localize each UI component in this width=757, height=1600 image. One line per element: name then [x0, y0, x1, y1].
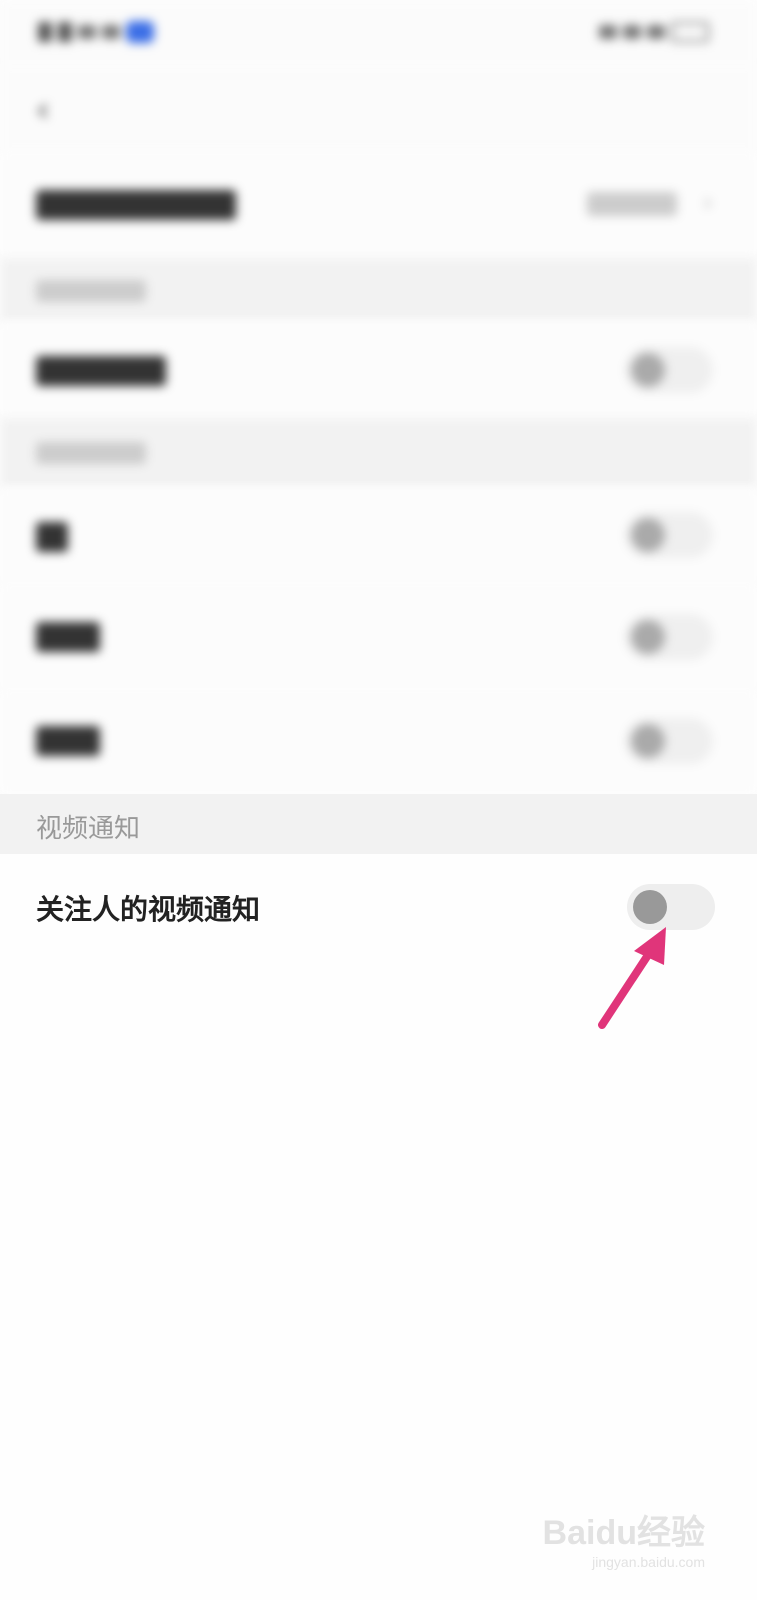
setting-row-2: [0, 488, 757, 584]
status-right: [599, 18, 709, 46]
chevron-right-icon: ›: [702, 188, 713, 218]
setting-row-3-toggle[interactable]: [625, 614, 713, 660]
nav-header: ‹: [0, 64, 757, 152]
setting-row-3: [0, 584, 757, 690]
battery-icon: [671, 22, 709, 42]
vibrate-icon: [623, 25, 641, 39]
annotation-arrow-icon: [598, 927, 666, 1029]
setting-row-4-toggle[interactable]: [625, 718, 713, 764]
follow-video-toggle[interactable]: [627, 884, 715, 930]
watermark: Baidu经验 jingyan.baidu.com: [543, 1505, 705, 1570]
setting-row-1: [0, 322, 757, 418]
setting-row-3-label: [36, 622, 100, 652]
follow-video-label: 关注人的视频通知: [36, 893, 261, 926]
setting-row-1-label: [36, 356, 166, 386]
network-icon: [78, 25, 96, 39]
hd-icon: [126, 21, 154, 43]
alarm-icon: [599, 25, 617, 39]
section-header-1: [0, 258, 757, 322]
section-header-2: [0, 418, 757, 488]
section-video-label: 视频通知: [36, 814, 141, 844]
status-bar: [0, 0, 757, 64]
setting-row-2-label: [36, 522, 68, 552]
status-left: [38, 18, 154, 46]
watermark-logo: Baidu经验: [542, 1514, 705, 1552]
signal-icon-2: [58, 22, 72, 42]
setting-row-2-toggle[interactable]: [625, 512, 713, 558]
toggle-knob: [631, 724, 665, 758]
back-button[interactable]: ‹: [36, 90, 50, 130]
wifi-icon: [102, 25, 120, 39]
setting-row-4-label: [36, 726, 100, 756]
setting-row-4: [0, 690, 757, 794]
toggle-knob: [631, 620, 665, 654]
top-row-label: [36, 190, 236, 220]
setting-row-1-toggle[interactable]: [625, 347, 713, 393]
top-row-value: [587, 192, 677, 216]
toggle-knob: [631, 518, 665, 552]
section-header-video: 视频通知: [0, 794, 757, 854]
watermark-url: jingyan.baidu.com: [592, 1554, 705, 1570]
chevron-left-icon: ‹: [36, 90, 50, 130]
toggle-knob: [631, 353, 665, 387]
signal-icon: [38, 22, 52, 42]
toggle-knob: [633, 890, 667, 924]
top-setting-row[interactable]: ›: [0, 152, 757, 258]
time-icon: [647, 25, 665, 39]
